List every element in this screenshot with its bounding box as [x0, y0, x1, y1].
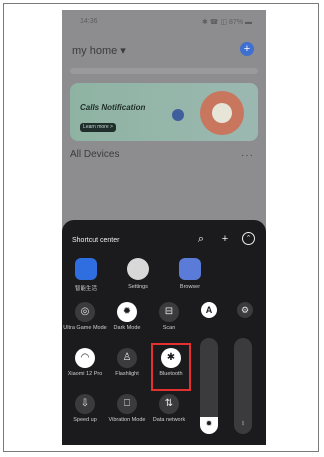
app-label: 智能生活: [74, 286, 97, 292]
tile-label: Ultra Game Mode: [63, 325, 107, 331]
tile-ultra-game-mode[interactable]: ◎ Ultra Game Mode: [62, 302, 108, 332]
tile-label: Speed up: [73, 417, 97, 423]
bluetooth-highlight-box: [151, 343, 191, 391]
status-bar: 14:36 ✱ ☎ ◫ 87% ▬: [62, 10, 266, 30]
calls-notification-card[interactable]: Calls Notification Learn more >: [70, 83, 258, 141]
app-settings[interactable]: Settings: [118, 258, 158, 290]
tile-speed-up[interactable]: ⇩ Speed up: [62, 394, 108, 424]
app-label: Browser: [179, 284, 201, 290]
tile-label: Dark Mode: [113, 325, 141, 331]
home-app-icon: [75, 258, 97, 280]
search-icon[interactable]: ⌕: [194, 232, 208, 246]
sun-icon: ✹: [117, 302, 137, 322]
home-selector[interactable]: my home ▾: [72, 44, 126, 57]
learn-more-button[interactable]: Learn more >: [80, 123, 116, 132]
tile-wifi[interactable]: ◠ Xiaomi 12 Pro: [62, 348, 108, 378]
rocket-icon: ⇩: [75, 394, 95, 414]
auto-brightness-icon: A: [201, 302, 217, 318]
gear-icon: ⚙: [237, 302, 253, 318]
flashlight-icon: ♙: [117, 348, 137, 368]
plus-icon[interactable]: +: [218, 232, 232, 246]
data-network-icon: ⇅: [159, 394, 179, 414]
tile-label: Vibration Mode: [108, 417, 146, 423]
shortcut-center-title: Shortcut center: [72, 237, 120, 244]
brightness-slider[interactable]: ✹: [200, 338, 218, 434]
mute-icon: ♮: [241, 419, 245, 428]
tile-label: Data network: [152, 417, 186, 423]
all-devices-title: All Devices: [70, 149, 120, 160]
tile-label: Xiaomi 12 Pro: [67, 371, 103, 377]
settings-app-icon: [127, 258, 149, 280]
app-label: Settings: [128, 284, 148, 290]
tile-settings[interactable]: ⚙: [222, 302, 266, 318]
status-icons: ✱ ☎ ◫ 87% ▬: [202, 19, 252, 26]
add-device-button[interactable]: +: [240, 42, 254, 56]
browser-app-icon: [179, 258, 201, 280]
tile-vibration-mode[interactable]: ⎕ Vibration Mode: [104, 394, 150, 424]
brightness-icon: ✹: [205, 419, 213, 428]
shortcut-center-panel: Shortcut center ⌕ + ⌃ 智能生活 Settings Brow…: [62, 220, 266, 445]
tile-flashlight[interactable]: ♙ Flashlight: [104, 348, 150, 378]
tile-dark-mode[interactable]: ✹ Dark Mode: [104, 302, 150, 332]
banner-strip: [70, 68, 258, 74]
plus-icon: +: [243, 43, 251, 55]
vibration-icon: ⎕: [117, 394, 137, 414]
tile-label: Flashlight: [115, 371, 139, 377]
volume-slider[interactable]: ♮: [234, 338, 252, 434]
app-browser[interactable]: Browser: [170, 258, 210, 290]
phone-screen: 14:36 ✱ ☎ ◫ 87% ▬ my home ▾ + Calls Noti…: [62, 10, 266, 445]
status-time: 14:36: [80, 18, 98, 25]
collapse-icon[interactable]: ⌃: [242, 232, 255, 245]
more-options-button[interactable]: ···: [241, 150, 254, 161]
tile-data-network[interactable]: ⇅ Data network: [146, 394, 192, 424]
app-smart-life[interactable]: 智能生活: [66, 258, 106, 292]
message-icon: [172, 109, 184, 121]
wifi-icon: ◠: [75, 348, 95, 368]
scan-icon: ⊟: [159, 302, 179, 322]
phone-call-icon: [200, 91, 244, 135]
card-title: Calls Notification: [80, 103, 146, 112]
gamepad-icon: ◎: [75, 302, 95, 322]
tile-label: Scan: [162, 325, 176, 331]
